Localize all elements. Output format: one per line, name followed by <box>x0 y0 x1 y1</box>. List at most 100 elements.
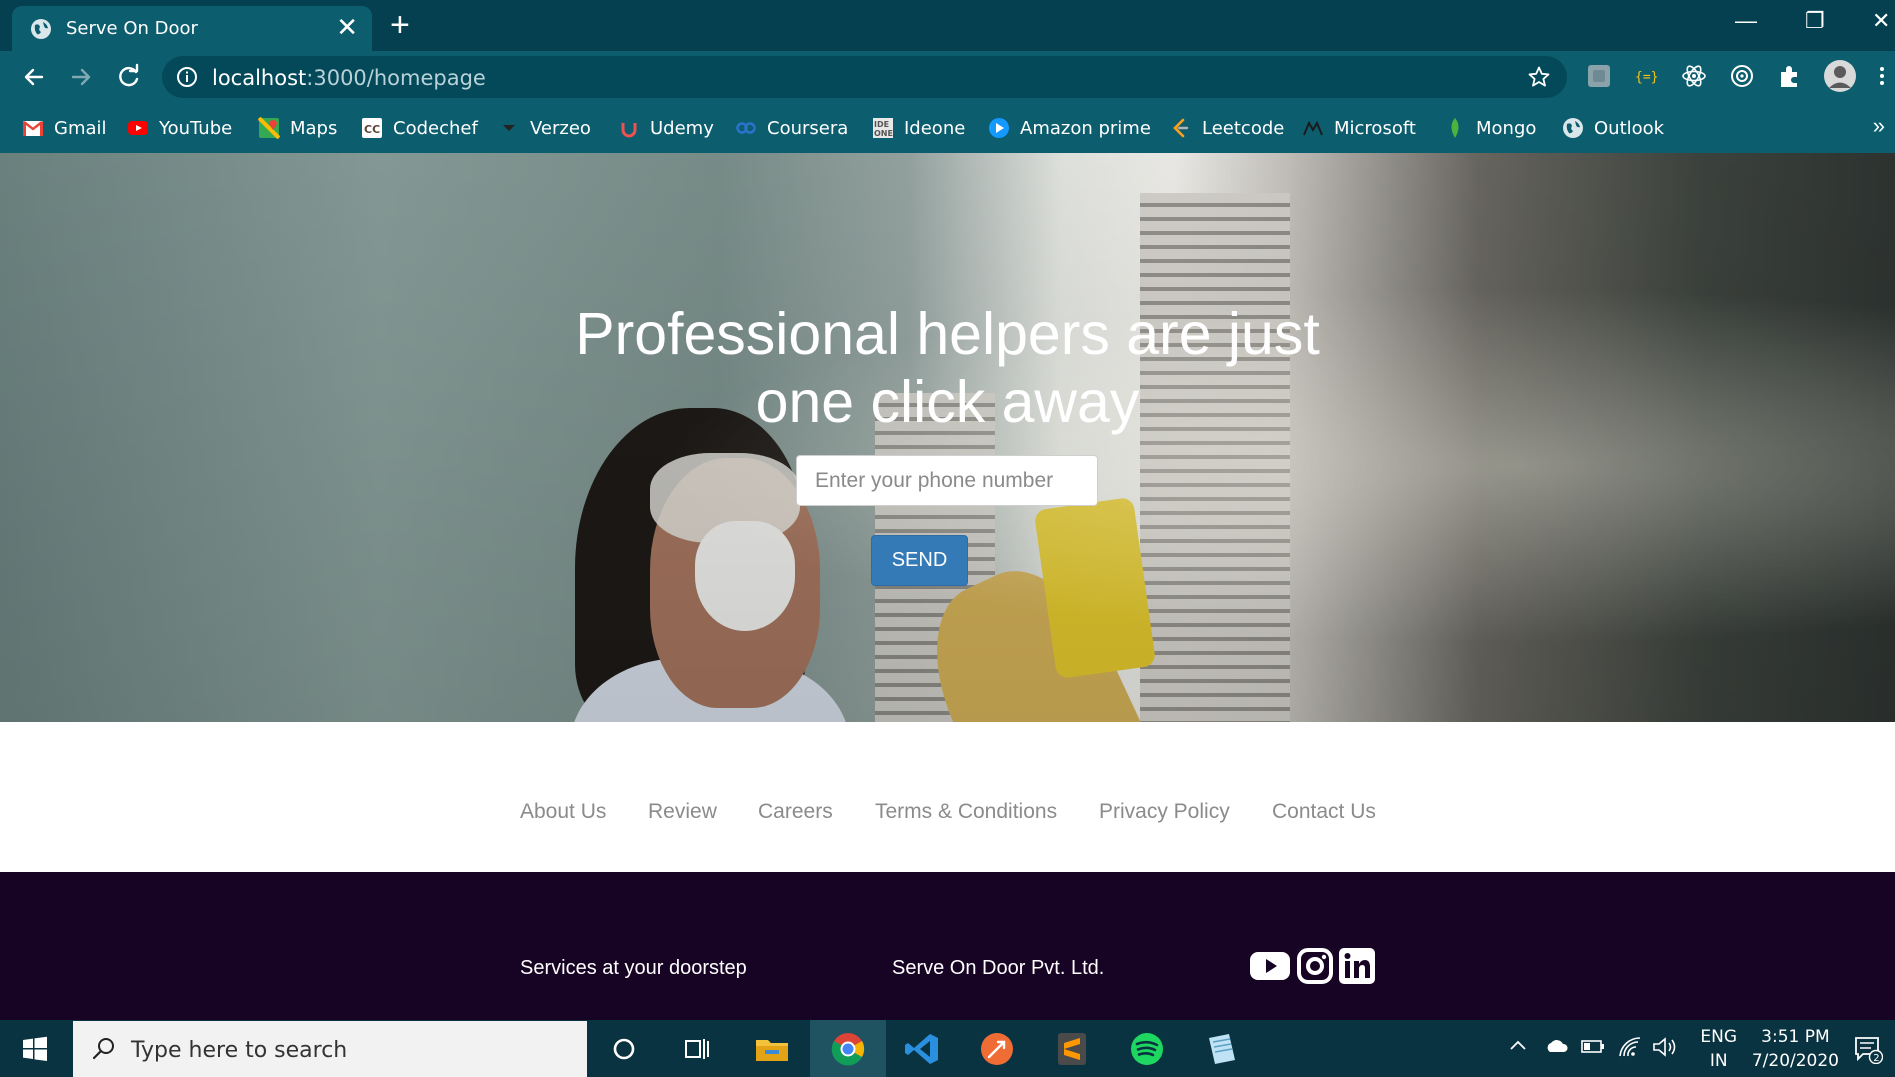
profile-avatar[interactable] <box>1823 59 1857 93</box>
bookmark-youtube[interactable]: YouTube <box>127 115 232 141</box>
bookmark-label: YouTube <box>159 117 233 139</box>
tab-close-icon[interactable]: ✕ <box>336 14 358 40</box>
onedrive-cloud-icon[interactable] <box>1544 1036 1570 1056</box>
ideone-icon: IDEONE <box>873 118 893 138</box>
send-button[interactable]: SEND <box>871 535 968 586</box>
bookmark-coursera[interactable]: Coursera <box>735 115 848 141</box>
microsoft-icon <box>1303 120 1323 136</box>
bookmark-leetcode[interactable]: Leetcode <box>1170 115 1284 141</box>
system-clock[interactable]: 3:51 PM 7/20/2020 <box>1752 1025 1839 1073</box>
bookmark-label: Amazon prime <box>1020 117 1151 139</box>
postman-icon[interactable] <box>978 1030 1016 1068</box>
json-viewer-icon[interactable]: {=} <box>1632 62 1660 90</box>
input-language-indicator[interactable]: ENG IN <box>1700 1025 1737 1073</box>
react-devtools-icon[interactable] <box>1680 62 1708 90</box>
hero-headline: Professional helpers are just one click … <box>575 301 1320 435</box>
action-center-icon[interactable]: 2 <box>1853 1034 1883 1064</box>
clock-time: 3:51 PM <box>1761 1027 1830 1047</box>
new-tab-button[interactable]: + <box>390 8 410 42</box>
notepad-icon[interactable] <box>1203 1030 1241 1068</box>
sublime-text-icon[interactable] <box>1053 1030 1091 1068</box>
footer-links: About Us Review Careers Terms & Conditio… <box>0 722 1895 872</box>
minimize-button[interactable]: — <box>1735 8 1757 34</box>
hero-banner <box>0 153 1895 722</box>
bookmark-label: Leetcode <box>1202 117 1285 139</box>
hero-overlay <box>0 153 1895 722</box>
task-view-icon[interactable] <box>678 1030 716 1068</box>
codechef-icon: CC <box>362 118 382 138</box>
url-text[interactable]: localhost:3000/homepage <box>212 66 486 90</box>
show-hidden-icons-chevron[interactable] <box>1508 1036 1528 1056</box>
svg-text:CC: CC <box>364 123 380 136</box>
contact-us-link[interactable]: Contact Us <box>1272 800 1376 824</box>
bookmark-gmail[interactable]: Gmail <box>22 115 107 141</box>
svg-text:{=}: {=} <box>1635 70 1658 85</box>
browser-menu-icon[interactable] <box>1874 62 1890 90</box>
extension-square-icon[interactable] <box>1585 62 1613 90</box>
bookmark-star-icon[interactable] <box>1527 65 1551 89</box>
phone-number-input[interactable] <box>796 455 1098 506</box>
terms-conditions-link[interactable]: Terms & Conditions <box>875 800 1057 824</box>
instagram-icon[interactable] <box>1296 947 1334 985</box>
vscode-icon[interactable] <box>903 1030 941 1068</box>
youtube-icon <box>128 121 148 135</box>
bookmark-amazon-prime[interactable]: Amazon prime <box>988 115 1151 141</box>
back-arrow-icon[interactable] <box>20 63 48 91</box>
file-explorer-icon[interactable] <box>753 1030 791 1068</box>
leetcode-icon <box>1173 118 1189 138</box>
bookmark-label: Microsoft <box>1334 117 1416 139</box>
forward-arrow-icon[interactable] <box>67 63 95 91</box>
mongodb-leaf-icon <box>1451 118 1459 138</box>
review-link[interactable]: Review <box>648 800 717 824</box>
bookmark-udemy[interactable]: Udemy <box>618 115 714 141</box>
linkedin-icon[interactable] <box>1338 947 1376 985</box>
target-extension-icon[interactable] <box>1728 62 1756 90</box>
search-icon <box>92 1038 114 1060</box>
battery-icon[interactable] <box>1580 1036 1606 1056</box>
address-bar[interactable]: localhost:3000/homepage <box>162 56 1567 98</box>
window-close-button[interactable]: ✕ <box>1872 8 1890 34</box>
chrome-icon[interactable] <box>829 1030 867 1068</box>
coursera-icon <box>736 122 756 134</box>
bookmarks-overflow-icon[interactable]: » <box>1873 113 1885 139</box>
bookmark-verzeo[interactable]: Verzeo <box>498 115 591 141</box>
maps-icon <box>258 117 280 139</box>
careers-link[interactable]: Careers <box>758 800 833 824</box>
udemy-icon <box>621 123 637 138</box>
privacy-policy-link[interactable]: Privacy Policy <box>1099 800 1230 824</box>
taskbar-search-box[interactable]: Type here to search <box>73 1021 587 1077</box>
spotify-icon[interactable] <box>1128 1030 1166 1068</box>
youtube-icon[interactable] <box>1249 947 1291 985</box>
about-us-link[interactable]: About Us <box>520 800 606 824</box>
bookmark-ideone[interactable]: IDE ONE Ideone <box>872 115 965 141</box>
bookmark-codechef[interactable]: CC Codechef <box>361 115 478 141</box>
globe-icon <box>1563 118 1583 138</box>
restore-button[interactable]: ❐ <box>1805 8 1825 34</box>
globe-icon <box>31 19 51 39</box>
bookmark-label: Maps <box>290 117 338 139</box>
volume-icon[interactable] <box>1652 1036 1678 1058</box>
bookmark-label: Ideone <box>904 117 966 139</box>
windows-start-icon[interactable] <box>22 1036 48 1062</box>
bookmark-label: Udemy <box>650 117 714 139</box>
bookmark-mongo[interactable]: Mongo <box>1444 115 1536 141</box>
browser-tab[interactable]: Serve On Door ✕ <box>12 6 372 51</box>
notification-count: 2 <box>1873 1053 1879 1064</box>
extensions-puzzle-icon[interactable] <box>1776 62 1804 90</box>
browser-tab-strip: Serve On Door ✕ + — ❐ ✕ <box>0 0 1895 51</box>
info-icon[interactable] <box>176 66 198 88</box>
bookmark-label: Gmail <box>54 117 107 139</box>
region-code: IN <box>1709 1051 1728 1071</box>
wifi-icon[interactable] <box>1618 1036 1642 1058</box>
reload-icon[interactable] <box>115 63 143 91</box>
bookmark-microsoft[interactable]: Microsoft <box>1302 115 1416 141</box>
bookmark-outlook[interactable]: Outlook <box>1562 115 1664 141</box>
bookmark-maps[interactable]: Maps <box>258 115 337 141</box>
clock-date: 7/20/2020 <box>1751 1051 1839 1071</box>
cortana-icon[interactable] <box>605 1030 643 1068</box>
bookmark-label: Codechef <box>393 117 478 139</box>
bookmark-label: Mongo <box>1476 117 1537 139</box>
url-host: localhost <box>212 66 307 90</box>
taskbar-search-placeholder: Type here to search <box>131 1038 348 1063</box>
bookmark-label: Outlook <box>1594 117 1665 139</box>
